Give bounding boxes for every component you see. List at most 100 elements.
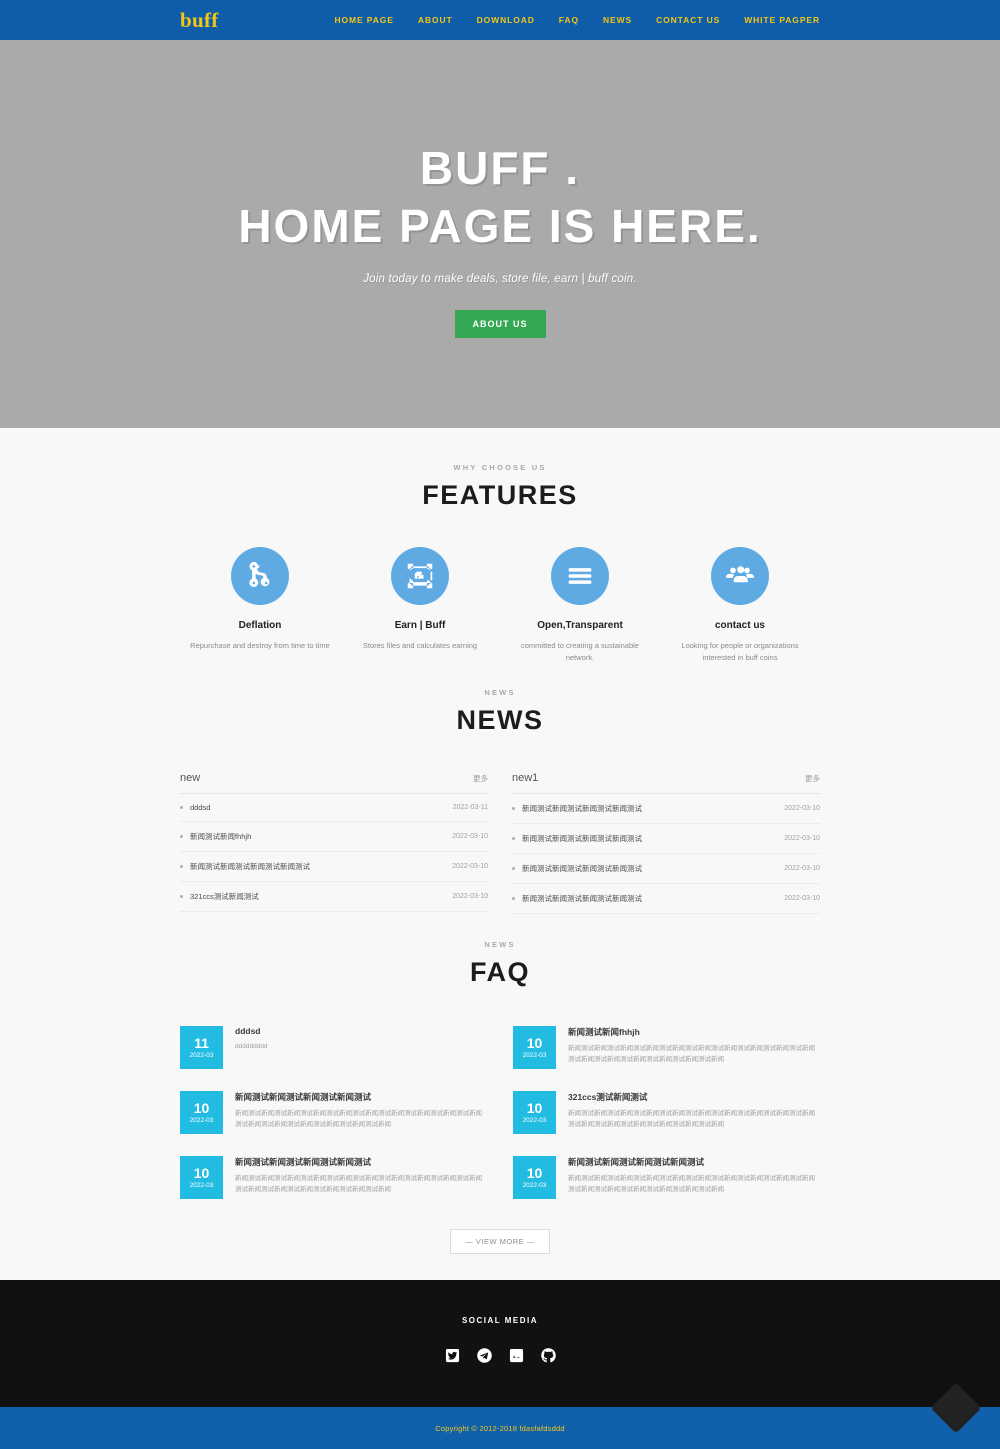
code-branch-icon [231, 547, 289, 605]
faq-date-badge: 10 2022-03 [513, 1026, 556, 1070]
faq-item-title: dddsd [235, 1026, 261, 1037]
feature-description: committed to creating a sustainable netw… [521, 641, 639, 662]
news-more-link[interactable]: 更多 [805, 773, 820, 784]
feature-title: Deflation [238, 620, 282, 631]
hero-banner: BUFF . HOME PAGE IS HERE. Join today to … [0, 40, 1000, 428]
about-us-button[interactable]: ABOUT US [454, 310, 546, 338]
news-list-item[interactable]: 321ccs测试新闻测试 2022-03-10 [180, 882, 488, 913]
news-list-item[interactable]: 新闻测试新闻测试新闻测试新闻测试 2022-03-10 [180, 852, 488, 883]
news-item-date: 2022-03-10 [784, 805, 820, 813]
news-list-item[interactable]: 新闻测试新闻fhhjh 2022-03-10 [180, 822, 488, 853]
faq-item[interactable]: 10 2022-03 新闻测试新闻测试新闻测试新闻测试 新闻测试新闻测试新闻测试… [180, 1091, 487, 1135]
nav-item-contact-us[interactable]: CONTACT US [656, 15, 720, 25]
faq-item-title: 新闻测试新闻测试新闻测试新闻测试 [568, 1157, 705, 1168]
feature-description: Repurchase and destroy from time to time [190, 641, 330, 650]
faq-item[interactable]: 10 2022-03 新闻测试新闻测试新闻测试新闻测试 新闻测试新闻测试新闻测试… [180, 1156, 487, 1200]
news-item-title: 新闻测试新闻测试新闻测试新闻测试 [522, 864, 642, 874]
bullet-icon [180, 835, 183, 839]
bars-icon [551, 547, 609, 605]
news-more-link[interactable]: 更多 [473, 773, 488, 784]
faq-date-badge: 10 2022-03 [513, 1156, 556, 1200]
faq-day: 10 [193, 1100, 210, 1116]
feature-card-deflation[interactable]: Deflation Repurchase and destroy from ti… [180, 547, 340, 663]
faq-item-title: 新闻测试新闻测试新闻测试新闻测试 [235, 1157, 372, 1168]
feature-card-contact-us[interactable]: contact us Looking for people or organiz… [660, 547, 820, 663]
faq-item-title: 新闻测试新闻测试新闻测试新闻测试 [235, 1092, 372, 1103]
bullet-icon [180, 895, 183, 899]
bullet-icon [180, 865, 183, 869]
vector-square-icon [391, 547, 449, 605]
news-column-header: new 更多 [180, 772, 488, 795]
news-column-new: new 更多 dddsd 2022-03-11 新闻测试新闻fhhjh 2022… [180, 772, 488, 914]
news-list-item[interactable]: 新闻测试新闻测试新闻测试新闻测试 2022-03-10 [512, 824, 820, 855]
hero-title-line2: HOME PAGE IS HERE. [238, 199, 762, 252]
hero-title-line1: BUFF . [419, 142, 581, 194]
faq-body: 新闻测试新闻测试新闻测试新闻测试 新闻测试新闻测试新闻测试新闻测试新闻测试新闻测… [568, 1156, 820, 1199]
news-column-new1: new1 更多 新闻测试新闻测试新闻测试新闻测试 2022-03-10 新闻测试… [512, 772, 820, 915]
faq-list: 11 2022-03 dddsd ddddddddd 10 2022-03 新闻… [180, 1026, 820, 1200]
news-list-item[interactable]: dddsd 2022-03-11 [180, 794, 488, 823]
feature-card-earn-buff[interactable]: Earn | Buff Stores files and calculates … [340, 547, 500, 663]
faq-month: 2022-03 [522, 1182, 547, 1189]
faq-day: 10 [193, 1165, 210, 1181]
news-item-title: 新闻测试新闻测试新闻测试新闻测试 [522, 894, 642, 904]
discord-icon[interactable] [508, 1347, 524, 1363]
news-column-title: new1 [512, 772, 539, 785]
nav-item-news[interactable]: NEWS [603, 15, 632, 25]
bullet-icon [512, 837, 515, 841]
faq-item-text: 新闻测试新闻测试新闻测试新闻测试新闻测试新闻测试新闻测试新闻测试新闻测试新闻测试… [235, 1110, 482, 1128]
nav-item-faq[interactable]: FAQ [559, 15, 579, 25]
brand-logo[interactable]: buff [180, 9, 219, 31]
nav-item-download[interactable]: DOWNLOAD [477, 15, 535, 25]
faq-date-badge: 11 2022-03 [180, 1026, 223, 1070]
feature-card-open-transparent[interactable]: Open,Transparent committed to creating a… [500, 547, 660, 663]
news-item-title: 新闻测试新闻测试新闻测试新闻测试 [190, 862, 310, 872]
site-header: buff HOME PAGE ABOUT DOWNLOAD FAQ NEWS C… [0, 0, 1000, 40]
news-list-item[interactable]: 新闻测试新闻测试新闻测试新闻测试 2022-03-10 [512, 854, 820, 885]
twitter-icon[interactable] [444, 1347, 460, 1363]
faq-day: 11 [194, 1035, 209, 1051]
faq-body: 新闻测试新闻测试新闻测试新闻测试 新闻测试新闻测试新闻测试新闻测试新闻测试新闻测… [235, 1091, 487, 1134]
faq-item[interactable]: 10 2022-03 新闻测试新闻测试新闻测试新闻测试 新闻测试新闻测试新闻测试… [513, 1156, 820, 1200]
faq-body: 新闻测试新闻fhhjh 新闻测试新闻测试新闻测试新闻测试新闻测试新闻测试新闻测试… [568, 1026, 820, 1069]
faq-item[interactable]: 10 2022-03 新闻测试新闻fhhjh 新闻测试新闻测试新闻测试新闻测试新… [513, 1026, 820, 1070]
news-columns: new 更多 dddsd 2022-03-11 新闻测试新闻fhhjh 2022… [180, 772, 820, 915]
site-footer: SOCIAL MEDIA Copyright © 2012-2018 fdasf… [0, 1280, 1000, 1449]
bullet-icon [180, 806, 183, 810]
faq-month: 2022-03 [189, 1052, 214, 1059]
faq-month: 2022-03 [189, 1117, 214, 1124]
hero-subtitle: Join today to make deals, store file, ea… [363, 273, 637, 285]
news-list-item[interactable]: 新闻测试新闻测试新闻测试新闻测试 2022-03-10 [512, 884, 820, 915]
faq-day: 10 [526, 1100, 543, 1116]
nav-item-home-page[interactable]: HOME PAGE [334, 15, 393, 25]
social-icon-list [0, 1347, 1000, 1363]
news-item-date: 2022-03-10 [452, 833, 488, 841]
faq-item-text: ddddddddd [235, 1043, 268, 1051]
feature-description: Looking for people or organizations inte… [681, 641, 799, 662]
news-section: NEWS NEWS new 更多 dddsd 2022-03-11 新闻测试新闻… [0, 663, 1000, 915]
faq-day: 10 [526, 1035, 543, 1051]
nav-item-white-pagper[interactable]: WHITE PAGPER [744, 15, 820, 25]
bullet-icon [512, 897, 515, 901]
news-item-date: 2022-03-10 [452, 863, 488, 871]
news-title: NEWS [456, 705, 544, 736]
faq-item-text: 新闻测试新闻测试新闻测试新闻测试新闻测试新闻测试新闻测试新闻测试新闻测试新闻测试… [568, 1175, 815, 1193]
faq-day: 10 [526, 1165, 543, 1181]
bullet-icon [512, 807, 515, 811]
news-list-item[interactable]: 新闻测试新闻测试新闻测试新闻测试 2022-03-10 [512, 794, 820, 825]
view-more-button[interactable]: — VIEW MORE — [450, 1229, 550, 1255]
faq-body: dddsd ddddddddd [235, 1026, 268, 1069]
feature-title: Open,Transparent [537, 620, 623, 631]
features-kicker: WHY CHOOSE US [453, 463, 547, 472]
nav-item-about[interactable]: ABOUT [418, 15, 453, 25]
features-section: WHY CHOOSE US FEATURES Deflation Repurch… [0, 428, 1000, 664]
faq-month: 2022-03 [522, 1117, 547, 1124]
faq-item[interactable]: 11 2022-03 dddsd ddddddddd [180, 1026, 487, 1070]
faq-kicker: NEWS [484, 940, 516, 950]
news-item-date: 2022-03-10 [784, 895, 820, 903]
copyright-text: Copyright © 2012-2018 fdasfafdsddd [435, 1423, 565, 1433]
telegram-icon[interactable] [476, 1347, 492, 1363]
news-column-header: new1 更多 [512, 772, 820, 795]
github-icon[interactable] [540, 1347, 556, 1363]
faq-item[interactable]: 10 2022-03 321ccs测试新闻测试 新闻测试新闻测试新闻测试新闻测试… [513, 1091, 820, 1135]
